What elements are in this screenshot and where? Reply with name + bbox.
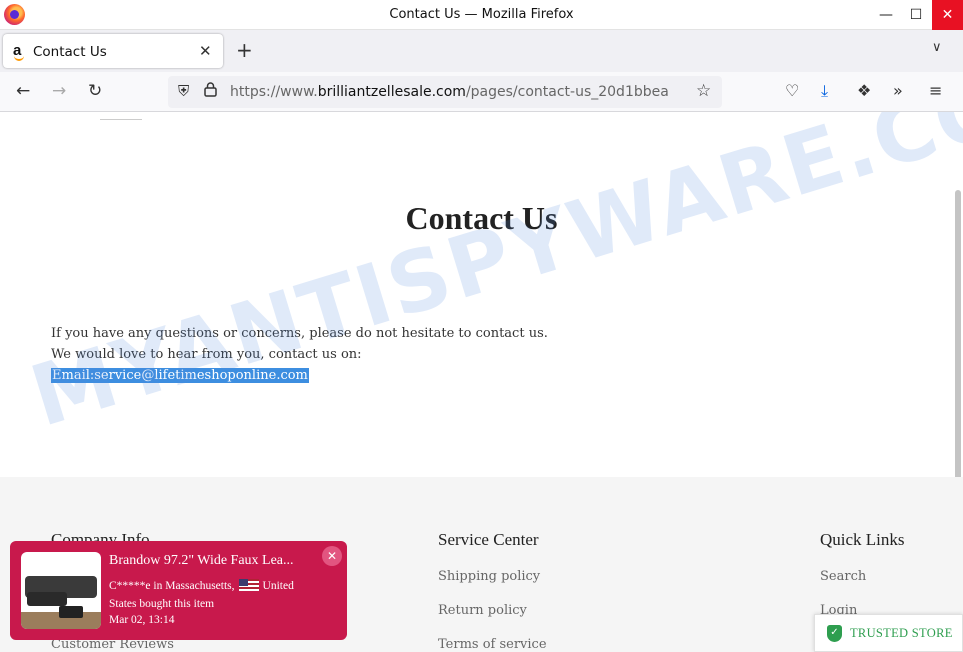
us-flag-icon bbox=[238, 579, 259, 591]
lock-icon[interactable] bbox=[204, 82, 217, 101]
purchase-notification-popup[interactable]: Brandow 97.2" Wide Faux Lea... C*****e i… bbox=[10, 541, 347, 640]
product-thumbnail[interactable] bbox=[21, 552, 101, 629]
tab-bar: a Contact Us ✕ + ∨ bbox=[0, 30, 963, 72]
tracking-protection-shield-icon[interactable]: ⛨ bbox=[178, 82, 189, 100]
footer-link-shipping-policy[interactable]: Shipping policy bbox=[438, 569, 540, 584]
navigation-toolbar: ← → ↻ ⛨ https://www.brilliantzellesale.c… bbox=[0, 72, 963, 112]
contact-line-2: We would love to hear from you, contact … bbox=[51, 347, 362, 362]
list-all-tabs-chevron-icon[interactable]: ∨ bbox=[932, 40, 942, 55]
forward-button[interactable]: → bbox=[52, 81, 66, 101]
back-button[interactable]: ← bbox=[16, 81, 30, 101]
extensions-icon[interactable]: ❖ bbox=[857, 81, 871, 100]
contact-text: If you have any questions or concerns, p… bbox=[51, 323, 548, 386]
footer-link-terms-of-service[interactable]: Terms of service bbox=[438, 637, 547, 652]
window-titlebar: Contact Us — Mozilla Firefox — ☐ ✕ bbox=[0, 0, 963, 30]
window-title: Contact Us — Mozilla Firefox bbox=[389, 7, 574, 22]
bookmark-star-icon[interactable]: ☆ bbox=[696, 81, 711, 101]
page-title: Contact Us bbox=[405, 200, 558, 236]
amazon-favicon-icon: a bbox=[13, 42, 25, 61]
reload-button[interactable]: ↻ bbox=[88, 81, 102, 101]
tab-contact-us[interactable]: a Contact Us ✕ bbox=[3, 34, 223, 68]
page-scrollbar[interactable] bbox=[955, 190, 961, 492]
url-domain: brilliantzellesale.com bbox=[317, 84, 466, 100]
contact-email[interactable]: Email:service@lifetimeshoponline.com bbox=[51, 368, 309, 383]
maximize-button[interactable]: ☐ bbox=[898, 0, 934, 30]
trusted-store-badge[interactable]: ✓ TRUSTED STORE bbox=[814, 614, 963, 652]
shield-check-icon: ✓ bbox=[827, 625, 842, 642]
new-tab-button[interactable]: + bbox=[236, 38, 253, 62]
url-prefix: https://www. bbox=[230, 84, 318, 100]
header-divider bbox=[100, 119, 142, 120]
watermark-text: MYANTISPYWARE.COM bbox=[20, 112, 963, 446]
popup-date: Mar 02, 13:14 bbox=[109, 614, 175, 626]
close-window-button[interactable]: ✕ bbox=[932, 0, 963, 30]
url-bar[interactable]: ⛨ https://www.brilliantzellesale.com/pag… bbox=[168, 76, 722, 108]
popup-close-button[interactable]: ✕ bbox=[322, 546, 342, 566]
pocket-icon[interactable]: ♡ bbox=[785, 81, 799, 100]
popup-buyer-text: C*****e in Massachusetts, United States bo… bbox=[109, 579, 294, 610]
close-tab-icon[interactable]: ✕ bbox=[199, 42, 212, 60]
footer-heading-quick-links: Quick Links bbox=[820, 530, 905, 549]
footer-link-search[interactable]: Search bbox=[820, 569, 866, 584]
trusted-store-label: TRUSTED STORE bbox=[850, 626, 953, 640]
footer-heading-service-center: Service Center bbox=[438, 530, 539, 549]
popup-product-title[interactable]: Brandow 97.2" Wide Faux Lea... bbox=[109, 553, 294, 569]
url-path: /pages/contact-us_20d1bbea bbox=[465, 84, 669, 100]
url-text[interactable]: https://www.brilliantzellesale.com/pages… bbox=[230, 84, 669, 100]
more-tools-icon[interactable]: » bbox=[893, 81, 903, 100]
contact-line-1: If you have any questions or concerns, p… bbox=[51, 326, 548, 341]
download-icon[interactable]: ⤓ bbox=[821, 81, 828, 101]
footer-link-return-policy[interactable]: Return policy bbox=[438, 603, 527, 618]
hamburger-menu-icon[interactable]: ≡ bbox=[929, 81, 942, 100]
tab-label: Contact Us bbox=[33, 44, 107, 60]
